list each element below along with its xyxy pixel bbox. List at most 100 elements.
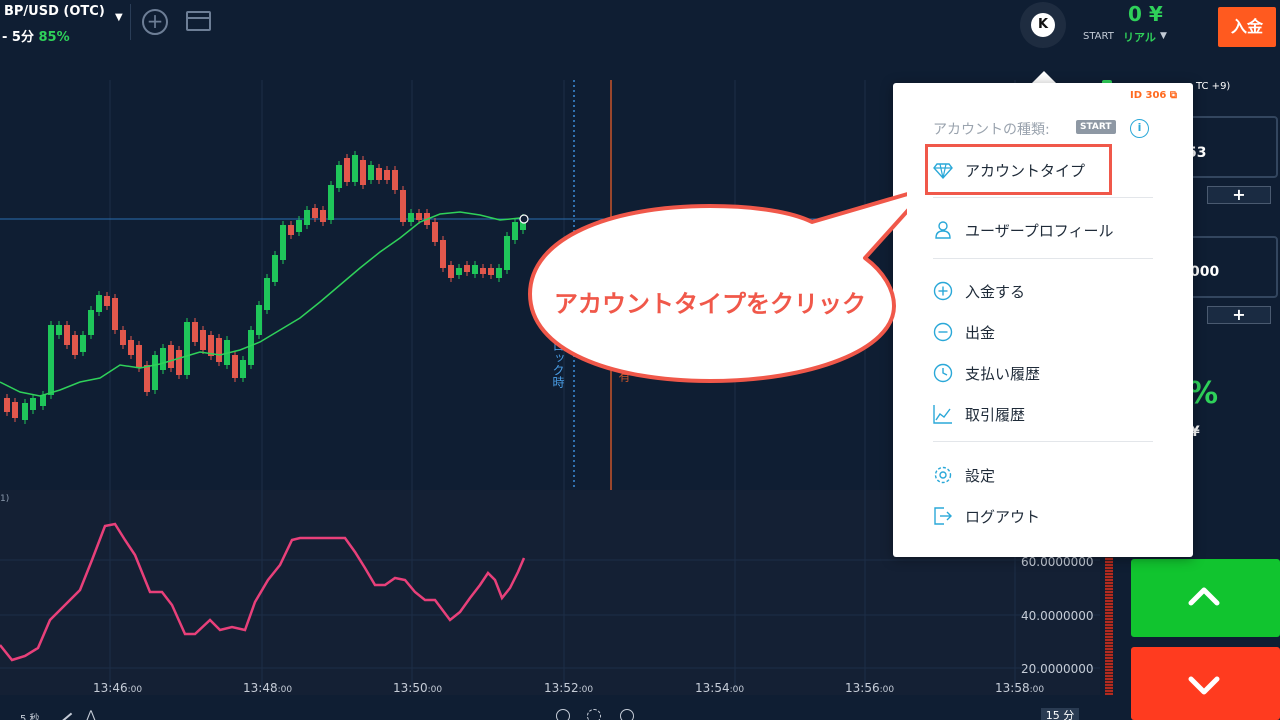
menu-divider: [933, 258, 1153, 259]
x-tick: 13:46:00: [93, 681, 143, 695]
candle: [104, 296, 110, 306]
chevron-down-icon[interactable]: ▼: [115, 12, 123, 23]
annotation-highlight-box: [925, 144, 1112, 195]
chevron-up-icon: [1188, 587, 1220, 606]
candle: [472, 265, 478, 274]
plus-circle-icon: [933, 281, 953, 301]
account-type-selector[interactable]: リアル: [1123, 29, 1156, 45]
candle: [360, 160, 366, 185]
x-tick: 13:52:00: [544, 681, 594, 695]
amount-field-value: 000: [1190, 264, 1220, 280]
candle: [368, 165, 374, 180]
chevron-down-icon[interactable]: ▼: [1160, 31, 1167, 41]
candle: [416, 213, 422, 220]
candle: [4, 398, 10, 412]
x-tick: 13:58:00: [995, 681, 1045, 695]
higher-button[interactable]: [1131, 559, 1280, 637]
candle: [168, 345, 174, 368]
candle: [448, 265, 454, 278]
copy-icon[interactable]: ⧉: [1170, 90, 1177, 101]
candle: [56, 325, 62, 335]
candle: [272, 255, 278, 282]
asset-name[interactable]: BP/USD (OTC): [4, 4, 105, 19]
candle: [256, 305, 262, 335]
zoom-out-icon[interactable]: [556, 709, 570, 720]
candle: [12, 402, 18, 418]
gear-icon: [933, 465, 953, 485]
reset-zoom-icon[interactable]: [587, 709, 601, 720]
y-tick: 40.0000000: [1021, 609, 1094, 623]
candle: [496, 268, 502, 278]
candle: [464, 265, 470, 272]
candle: [22, 403, 28, 420]
candle: [160, 348, 166, 370]
sentiment-bar: [1105, 555, 1113, 695]
candle: [456, 268, 462, 275]
account-kind-badge: START: [1076, 120, 1116, 134]
zoom-in-icon[interactable]: [620, 709, 634, 720]
candle: [232, 355, 238, 378]
time-plus-button[interactable]: +: [1207, 186, 1271, 204]
menu-item-label: 支払い履歴: [965, 364, 1041, 383]
avatar[interactable]: K: [1031, 13, 1055, 37]
menu-item-settings[interactable]: 設定: [933, 463, 995, 487]
candle: [240, 360, 246, 378]
chart-line-icon: [933, 404, 953, 424]
candle: [88, 310, 94, 335]
menu-item-label: ユーザープロフィール: [965, 221, 1114, 240]
amount-plus-button[interactable]: +: [1207, 306, 1271, 324]
menu-divider: [933, 441, 1153, 442]
menu-item-label: 設定: [965, 466, 996, 485]
menu-item-label: 取引履歴: [965, 405, 1026, 424]
menu-item-logout[interactable]: ログアウト: [933, 504, 1040, 528]
menu-item-user-profile[interactable]: ユーザープロフィール: [933, 218, 1114, 242]
candle: [352, 155, 358, 182]
info-icon[interactable]: i: [1130, 119, 1149, 138]
candle: [320, 210, 326, 222]
candle: [384, 170, 390, 180]
candle: [392, 170, 398, 190]
account-id[interactable]: ID 306 ⧉: [1130, 90, 1177, 101]
candle: [408, 213, 414, 222]
menu-item-payment-history[interactable]: 支払い履歴: [933, 361, 1040, 385]
layout-button[interactable]: [186, 11, 211, 31]
x-tick: 13:56:00: [845, 681, 895, 695]
candle: [120, 330, 126, 345]
chevron-down-icon: [1188, 676, 1220, 695]
asset-subtitle: - 5分 85%: [2, 26, 70, 45]
candle: [504, 236, 510, 270]
candle: [264, 278, 270, 310]
menu-item-withdraw[interactable]: 出金: [933, 320, 995, 344]
candle: [48, 325, 54, 395]
asset-timeframe: - 5分: [2, 30, 34, 45]
candle: [480, 268, 486, 274]
candle: [30, 398, 36, 410]
candle: [112, 298, 118, 330]
candle: [400, 190, 406, 222]
account-kind-label: アカウントの種類:: [933, 122, 1050, 138]
y-tick: 20.0000000: [1021, 662, 1094, 676]
timeframe-button[interactable]: 15 分: [1041, 708, 1079, 720]
candle: [488, 268, 494, 275]
indicator-icon[interactable]: ⋀: [86, 708, 96, 720]
candle: [128, 340, 134, 355]
candle: [512, 222, 518, 240]
candle: [184, 322, 190, 375]
candle: [304, 210, 310, 225]
candle: [432, 222, 438, 242]
menu-item-trade-history[interactable]: 取引履歴: [933, 402, 1025, 426]
candle: [288, 225, 294, 235]
candle: [192, 322, 198, 342]
deposit-button[interactable]: 入金: [1218, 7, 1276, 47]
candle: [152, 355, 158, 390]
menu-item-deposit[interactable]: 入金する: [933, 279, 1025, 303]
header-divider: [130, 4, 131, 40]
annotation-text: アカウントタイプをクリック: [554, 290, 866, 318]
candle: [312, 208, 318, 218]
lower-button[interactable]: [1131, 647, 1280, 720]
clock-icon: [933, 363, 953, 383]
add-asset-button[interactable]: +: [142, 9, 168, 35]
tick-interval-label[interactable]: 5 秒: [20, 710, 40, 720]
menu-item-label: 出金: [965, 323, 996, 342]
menu-item-label: 入金する: [965, 282, 1026, 301]
